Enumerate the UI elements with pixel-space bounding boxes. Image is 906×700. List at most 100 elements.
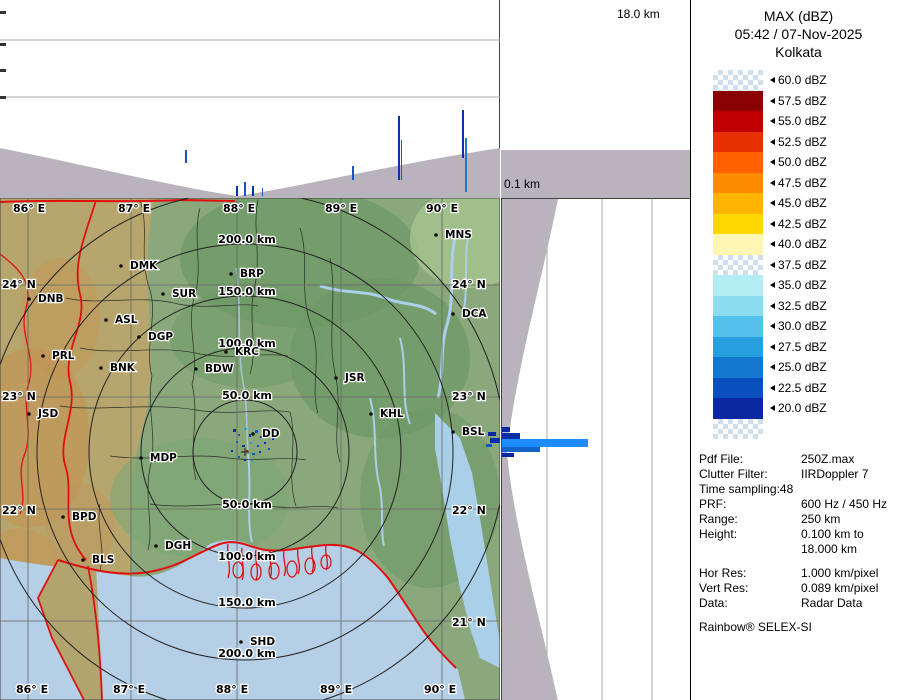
station-label: DMK [130,260,158,272]
station-dot [99,366,103,370]
legend-arrow-icon [770,200,775,206]
legend-row: 37.5 dBZ [713,255,906,276]
latlong-label: 89° E [320,683,352,696]
info-row: Height:0.100 km to [699,527,906,542]
axis-ticks [0,11,6,99]
echo-pixel [250,442,252,444]
station-dot [137,335,141,339]
station-label: BLS [92,554,114,566]
top-profile-plot [0,0,500,198]
station-dot [27,297,31,301]
legend-row: 35.0 dBZ [713,275,906,296]
station-dot [61,515,65,519]
station-label: JSR [344,372,365,384]
info-label: Data: [699,596,801,611]
station-dot [27,412,31,416]
legend-row: 20.0 dBZ [713,398,906,419]
legend-swatch [713,132,763,153]
info-sidebar: MAX (dBZ) 05:42 / 07-Nov-2025 Kolkata 60… [690,0,906,700]
station-dot [81,558,85,562]
info-value: 1.000 km/pixel [801,566,878,581]
echo-pixel [238,456,240,458]
legend-row: 30.0 dBZ [713,316,906,337]
side-height-profile-panel [501,198,690,700]
station-dot [224,350,228,354]
latlong-label: 89° E [325,202,357,215]
echo-bar [502,427,510,432]
legend-arrow-icon [770,344,775,350]
legend-swatch [713,357,763,378]
station-dot [451,312,455,316]
echo-pixel [490,438,500,443]
top-right-gap [501,0,690,150]
legend-value: 42.5 dBZ [778,217,827,231]
info-row: Time sampling:48 [699,482,906,497]
info-value: 0.100 km to [801,527,864,542]
legend-value: 60.0 dBZ [778,73,827,87]
legend-value: 27.5 dBZ [778,340,827,354]
echo-bar [462,110,464,158]
radar-map: 200.0 km150.0 km100.0 km50.0 km50.0 km10… [0,198,500,700]
station-label: DNB [38,293,64,305]
radar-display-window: 18.0 km 0.1 km [0,0,906,700]
station-dot [434,233,438,237]
legend-arrow-icon [770,323,775,329]
legend-arrow-icon [770,139,775,145]
legend-arrow-icon [770,385,775,391]
echo-bar [244,182,246,196]
station-label: DGH [165,540,191,552]
legend-arrow-icon [770,262,775,268]
legend-row: 52.5 dBZ [713,132,906,153]
station-label: ASL [115,314,138,326]
info-value: 250Z.max [801,452,854,467]
info-value: IIRDoppler 7 [801,467,868,482]
legend-arrow-icon [770,77,775,83]
legend-swatch [713,111,763,132]
station-label: DCA [462,308,487,320]
legend-arrow-icon [770,159,775,165]
legend-row: 57.5 dBZ [713,91,906,112]
legend-arrow-icon [770,221,775,227]
latlong-label: 86° E [13,202,45,215]
legend-row: 55.0 dBZ [713,111,906,132]
station-label: KRC [235,346,259,358]
echo-bar [502,433,520,439]
side-profile-plot [502,199,691,700]
latlong-label: 88° E [223,202,255,215]
info-row: Range:250 km [699,512,906,527]
station-dot [161,292,165,296]
legend-value: 37.5 dBZ [778,258,827,272]
station-dot [229,272,233,276]
echo-bar [465,138,467,192]
legend-arrow-icon [770,282,775,288]
station-dot [334,376,338,380]
legend-row: 40.0 dBZ [713,234,906,255]
info-label: Hor Res: [699,566,801,581]
legend-swatch [713,275,763,296]
echo-pixel [255,430,258,433]
legend-value: 45.0 dBZ [778,196,827,210]
echo-pixel [257,445,259,447]
ring-distance-label: 50.0 km [222,498,272,511]
echo-bar [236,186,238,196]
legend-value: 35.0 dBZ [778,278,827,292]
top-height-profile-panel [0,0,500,198]
side-profile-echoes [502,427,588,457]
echo-pixel [233,429,236,432]
latlong-label: 24° N [2,278,36,291]
info-label: Range: [699,512,801,527]
radar-site-name: Kolkata [691,43,906,61]
echo-pixel [488,432,496,436]
echo-pixel [236,441,238,443]
station-dot [119,264,123,268]
echo-pixel [252,453,255,455]
station-label: BPD [72,511,97,523]
legend-swatch [713,337,763,358]
echo-bar [185,150,187,163]
echo-bar [398,116,400,180]
dbz-color-legend: 60.0 dBZ57.5 dBZ55.0 dBZ52.5 dBZ50.0 dBZ… [691,70,906,439]
legend-row: 27.5 dBZ [713,337,906,358]
legend-swatch [713,193,763,214]
info-label: Height: [699,527,801,542]
latlong-label: 90° E [426,202,458,215]
